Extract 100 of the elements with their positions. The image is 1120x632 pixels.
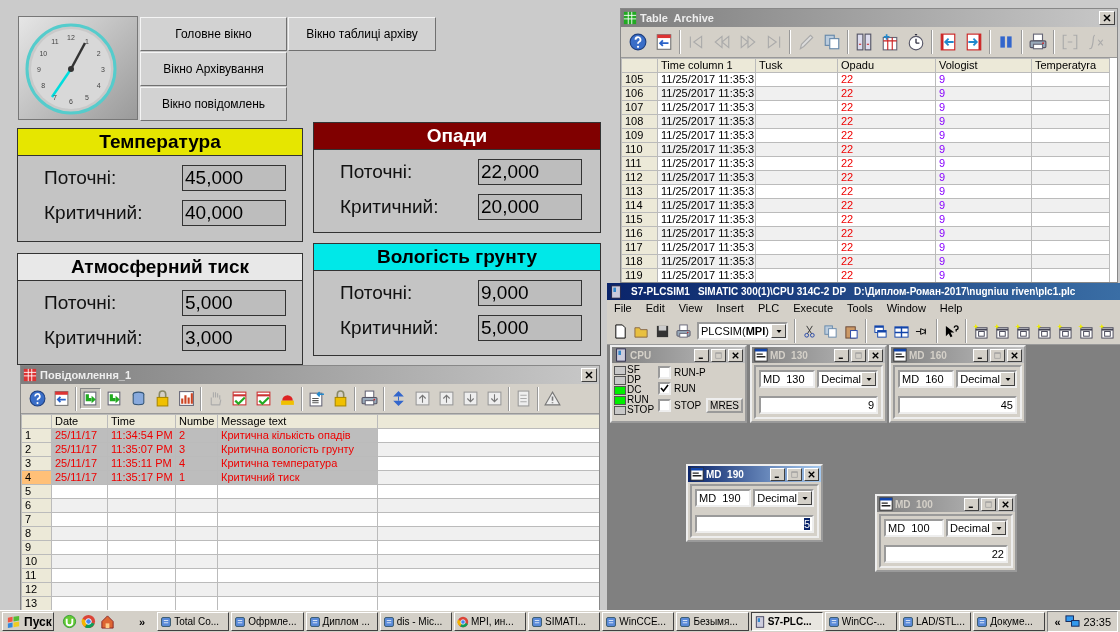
taskbar-item[interactable]: Докуме...	[973, 612, 1046, 631]
mode-label: RUN	[674, 383, 696, 394]
mode-label: RUN-P	[674, 367, 706, 378]
value-label: Поточні:	[44, 292, 118, 314]
column-header[interactable]: Temperatyra	[1031, 58, 1110, 73]
taskbar-item[interactable]: LAD/STL...	[899, 612, 972, 631]
screen-button[interactable]: Вікно Архівування	[140, 52, 287, 86]
table-cell: 9	[935, 86, 1032, 101]
column-header[interactable]: Date	[51, 414, 108, 429]
taskbar-item[interactable]: SIMATI...	[528, 612, 601, 631]
column-header[interactable]: Time column 1	[657, 58, 756, 73]
format-dropdown[interactable]: Decimal	[946, 519, 1008, 537]
mode-label: STOP	[674, 400, 702, 411]
format-dropdown[interactable]: Decimal	[956, 370, 1017, 388]
address-field[interactable]: MD 190	[695, 489, 752, 507]
table-cell: 9	[935, 170, 1032, 185]
column-header[interactable]: Vologist	[935, 58, 1032, 73]
table-cell: 22	[837, 114, 936, 129]
table-cell: 11/25/2017 11:35:3	[657, 100, 756, 115]
address-field[interactable]: MD 160	[898, 370, 955, 388]
reset-button[interactable]: MRES	[706, 398, 743, 413]
taskbar-item[interactable]: dis - Mic...	[379, 612, 452, 631]
table-cell: 9	[935, 72, 1032, 87]
table-cell: 22	[837, 72, 936, 87]
menu-item[interactable]: Insert	[715, 302, 745, 316]
value-field: 20,000	[478, 194, 582, 220]
taskbar-item[interactable]: S7-PLC...	[750, 612, 823, 631]
table-cell: 9	[935, 240, 1032, 255]
column-header[interactable]: Tusk	[755, 58, 838, 73]
column-header[interactable]: Message text	[217, 414, 378, 429]
value-field: 45,000	[182, 165, 286, 191]
value-field[interactable]: 22	[884, 545, 1008, 563]
address-field[interactable]: MD 130	[759, 370, 816, 388]
more-toggle[interactable]: »	[123, 615, 156, 628]
lamp-label: RUN	[627, 395, 649, 405]
menu-item[interactable]: PLC	[756, 302, 781, 316]
lamp-label: DP	[627, 375, 641, 385]
taskbar-item[interactable]: Total Co...	[157, 612, 230, 631]
table-cell: 9	[935, 254, 1032, 269]
table-cell: 22	[837, 184, 936, 199]
connection-dropdown[interactable]: PLCSIM(MPI)	[697, 322, 788, 340]
lamp-label: STOP	[627, 405, 655, 415]
table-cell: 22	[837, 226, 936, 241]
table-cell: 22	[837, 240, 936, 255]
value-label: Критичний:	[44, 202, 144, 224]
table-cell: 11/25/2017 11:35:3	[657, 226, 756, 241]
menu-item[interactable]: File	[613, 302, 633, 316]
value-field: 9,000	[478, 280, 582, 306]
value-field[interactable]: 45	[898, 396, 1017, 414]
table-cell: 22	[837, 156, 936, 171]
table-cell: 9	[935, 156, 1032, 171]
menu-item[interactable]: Tools	[846, 302, 874, 316]
value-text: 9	[867, 399, 874, 411]
table-cell: 11/25/2017 11:35:3	[657, 142, 756, 157]
table-cell: 22	[837, 198, 936, 213]
taskbar-item[interactable]: Офрмле...	[231, 612, 304, 631]
table-cell: 9	[935, 114, 1032, 129]
menu-item[interactable]: Execute	[792, 302, 835, 316]
menu-item[interactable]: Window	[885, 302, 927, 316]
table-cell: 9	[935, 184, 1032, 199]
value-field[interactable]: 9	[759, 396, 878, 414]
menu-item[interactable]: View	[677, 302, 704, 316]
value-label: Поточні:	[340, 282, 414, 304]
screen-button[interactable]: Вікно таблиці архіву	[288, 17, 436, 51]
value-label: Поточні:	[44, 167, 118, 189]
taskbar-item[interactable]: WinCC-...	[824, 612, 897, 631]
table-cell: 9	[935, 198, 1032, 213]
window-title: MD 190	[706, 468, 745, 480]
taskbar-item[interactable]: WinCCE...	[602, 612, 675, 631]
column-header[interactable]: Time	[107, 414, 176, 429]
table-cell: 9	[935, 100, 1032, 115]
table-cell: 9	[935, 226, 1032, 241]
taskbar-item[interactable]: Безымя...	[676, 612, 749, 631]
table-cell: 22	[837, 86, 936, 101]
screen-button[interactable]: Вікно повідомлень	[140, 87, 287, 121]
column-header[interactable]: Numbe	[175, 414, 218, 429]
tray-clock: 23:35	[1083, 615, 1112, 628]
column-header[interactable]: Opadu	[837, 58, 936, 73]
value-field: 40,000	[182, 200, 286, 226]
value-field[interactable]: 5	[695, 515, 814, 533]
table-cell: 11/25/2017 11:35:3	[657, 198, 756, 213]
taskbar-item[interactable]: Диплом ...	[305, 612, 378, 631]
lamp-label: SF	[627, 365, 640, 375]
taskbar-item[interactable]: MPI, ин...	[453, 612, 527, 631]
format-dropdown[interactable]: Decimal	[753, 489, 814, 507]
format-dropdown[interactable]: Decimal	[817, 370, 878, 388]
start-button[interactable]: Пуск	[2, 612, 54, 631]
screen-button[interactable]: Головне вікно	[140, 17, 287, 51]
panel-title: Атмосферний тиск	[18, 254, 302, 281]
menu-item[interactable]: Edit	[644, 302, 666, 316]
window-title: MD 160	[909, 349, 948, 361]
window-title: MD 100	[895, 498, 934, 510]
tray-toggle[interactable]: «	[1054, 615, 1061, 628]
window-title: MD 130	[770, 349, 809, 361]
menu-item[interactable]: Help	[938, 302, 964, 316]
address-field[interactable]: MD 100	[884, 519, 944, 537]
table-cell: 11/25/2017 11:35:3	[657, 240, 756, 255]
table-cell: 22	[837, 142, 936, 157]
table-cell: 11/25/2017 11:35:3	[657, 170, 756, 185]
table-cell: 9	[935, 128, 1032, 143]
